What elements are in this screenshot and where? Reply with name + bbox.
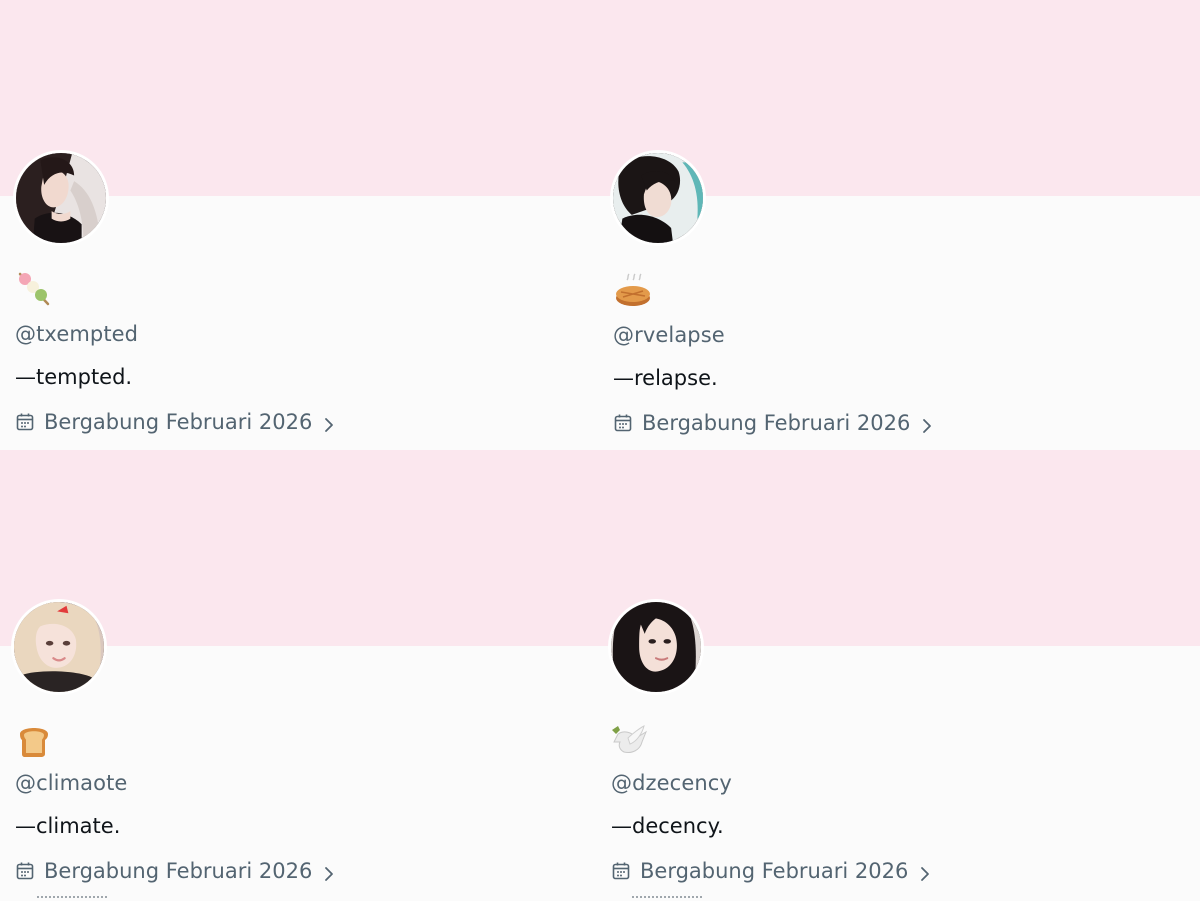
joined-date-link[interactable]: Bergabung Februari 2026 xyxy=(613,411,934,435)
avatar[interactable] xyxy=(13,150,109,246)
profile-handle[interactable]: @rvelapse xyxy=(613,323,725,347)
avatar[interactable] xyxy=(11,599,107,695)
joined-date-text: Bergabung Februari 2026 xyxy=(44,410,313,434)
joined-date-link[interactable]: Bergabung Februari 2026 xyxy=(611,859,932,883)
profile-bio: —tempted. xyxy=(15,365,133,389)
bread-emoji xyxy=(14,720,54,760)
profile-handle[interactable]: @climaote xyxy=(15,771,127,795)
profile-handle[interactable]: @dzecency xyxy=(611,771,732,795)
cropped-text-indicator xyxy=(632,890,702,898)
joined-date-link[interactable]: Bergabung Februari 2026 xyxy=(15,410,336,434)
calendar-icon xyxy=(613,413,633,433)
chevron-right-icon xyxy=(322,863,336,881)
profile-card: @rvelapse —relapse. Bergabung Februari 2… xyxy=(600,0,1200,450)
chevron-right-icon xyxy=(918,863,932,881)
profile-bio: —climate. xyxy=(15,814,121,838)
profile-bio: —decency. xyxy=(611,814,724,838)
calendar-icon xyxy=(15,412,35,432)
calendar-icon xyxy=(611,861,631,881)
profile-handle[interactable]: @txempted xyxy=(15,322,138,346)
chevron-right-icon xyxy=(322,414,336,432)
profile-card: @dzecency —decency. Bergabung Februari 2… xyxy=(600,450,1200,900)
dove-emoji xyxy=(610,720,650,760)
profile-card: @txempted —tempted. Bergabung Februari 2… xyxy=(0,0,600,450)
joined-date-text: Bergabung Februari 2026 xyxy=(640,859,909,883)
cropped-text-indicator xyxy=(37,890,107,898)
pie-emoji xyxy=(613,272,653,312)
joined-date-link[interactable]: Bergabung Februari 2026 xyxy=(15,859,336,883)
avatar[interactable] xyxy=(608,599,704,695)
avatar[interactable] xyxy=(610,150,706,246)
calendar-icon xyxy=(15,861,35,881)
chevron-right-icon xyxy=(920,415,934,433)
profile-card: @climaote —climate. Bergabung Februari 2… xyxy=(0,450,600,900)
dango-emoji xyxy=(14,268,54,308)
profile-bio: —relapse. xyxy=(613,366,718,390)
joined-date-text: Bergabung Februari 2026 xyxy=(44,859,313,883)
joined-date-text: Bergabung Februari 2026 xyxy=(642,411,911,435)
